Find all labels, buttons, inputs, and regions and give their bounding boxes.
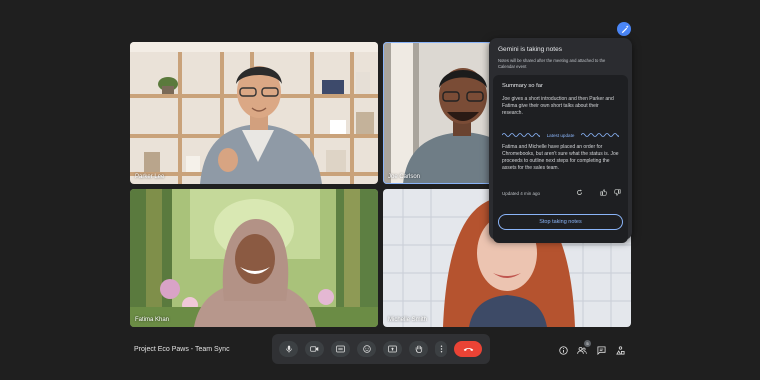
gemini-sparkle-icon[interactable] (617, 22, 631, 36)
summary-title: Summary so far (502, 83, 543, 89)
panel-title: Gemini is taking notes (498, 46, 562, 53)
emoji-button[interactable] (357, 341, 376, 357)
video-tile-parker[interactable]: Parker Lee (130, 42, 378, 184)
panel-subtitle: Notes will be shared after the meeting a… (498, 58, 606, 69)
chat-icon (596, 345, 606, 355)
participant-name: Parker Lee (135, 174, 165, 180)
raise-hand-icon (415, 345, 422, 353)
pen-sparkle-glyph (621, 24, 629, 33)
end-call-icon (463, 348, 473, 352)
summary-text-latest: Fatima and Michelle have placed an order… (502, 144, 619, 171)
captions-button[interactable] (331, 341, 350, 357)
summary-text: Joe gives a short introduction and then … (502, 96, 614, 116)
refresh-icon[interactable] (575, 188, 584, 197)
info-icon (558, 345, 568, 355)
wave-line (502, 133, 540, 137)
latest-update-divider: Latest update (502, 131, 619, 139)
camera-button[interactable] (305, 341, 324, 357)
present-icon (388, 345, 397, 353)
participant-video (130, 189, 378, 327)
participant-video (130, 42, 378, 184)
video-tile-fatima[interactable]: Fatima Khan (130, 189, 378, 327)
raise-hand-button[interactable] (409, 341, 428, 357)
thumbs-down-icon[interactable] (613, 188, 622, 197)
camera-icon (310, 346, 319, 352)
wave-line (581, 133, 619, 137)
people-count-badge: 5 (584, 340, 591, 347)
stop-taking-notes-button[interactable]: Stop taking notes (498, 214, 623, 230)
emoji-icon (362, 345, 371, 353)
latest-update-label: Latest update (546, 132, 575, 138)
info-button[interactable] (557, 344, 569, 356)
more-vert-icon (440, 345, 442, 353)
meeting-title: Project Eco Paws - Team Sync (134, 346, 230, 353)
thumbs-up-icon[interactable] (599, 188, 608, 197)
updated-timestamp: Updated 4 min ago (502, 191, 541, 196)
thumbs-down-glyph (614, 189, 621, 196)
activities-button[interactable] (614, 344, 626, 356)
thumbs-up-glyph (600, 189, 607, 196)
present-button[interactable] (383, 341, 402, 357)
participant-name: Michelle Smith (388, 317, 428, 323)
call-controls-bar (272, 334, 490, 364)
refresh-glyph (576, 189, 583, 196)
gemini-notes-panel: Gemini is taking notes Notes will be sha… (489, 38, 632, 243)
end-call-button[interactable] (454, 341, 482, 357)
captions-icon (336, 345, 345, 353)
participant-name: Joe Carlson (388, 174, 421, 180)
mic-button[interactable] (279, 341, 298, 357)
activities-icon (615, 345, 625, 355)
chat-button[interactable] (595, 344, 607, 356)
more-options-button[interactable] (435, 341, 447, 357)
participant-name: Fatima Khan (135, 317, 170, 323)
mic-icon (285, 345, 292, 353)
